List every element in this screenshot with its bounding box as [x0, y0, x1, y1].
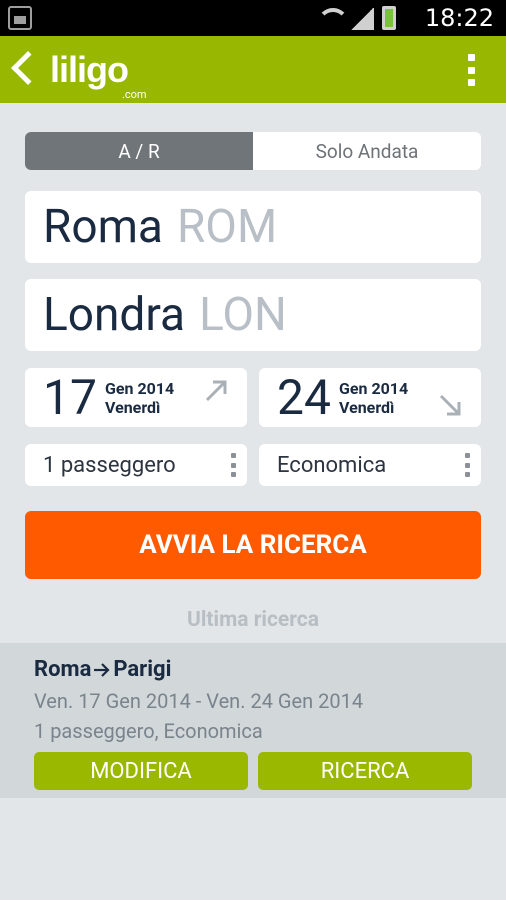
arrow-right-icon	[94, 662, 110, 677]
research-button[interactable]: RICERCA	[258, 752, 472, 790]
route-to: Parigi	[113, 657, 172, 682]
last-search-details: 1 passeggero, Economica	[34, 719, 263, 743]
last-search-heading: Ultima ricerca	[187, 608, 319, 632]
depart-date-field[interactable]: 17 Gen 2014 Venerdì	[25, 368, 247, 427]
cabin-select[interactable]: Economica	[259, 444, 481, 486]
modify-button[interactable]: MODIFICA	[34, 752, 248, 790]
origin-city: Roma	[43, 200, 163, 254]
app-logo-suffix: .com	[122, 88, 147, 101]
origin-field[interactable]: Roma ROM	[25, 191, 481, 263]
passengers-select[interactable]: 1 passeggero	[25, 444, 247, 486]
return-arrow-icon	[439, 394, 461, 416]
battery-icon	[382, 6, 396, 30]
status-icons	[316, 6, 396, 30]
more-vert-icon	[231, 453, 237, 477]
cabin-label: Economica	[277, 452, 387, 478]
return-date-field[interactable]: 24 Gen 2014 Venerdì	[259, 368, 481, 427]
notification-icon	[8, 6, 32, 30]
app-bar: liligo .com	[0, 36, 506, 103]
passengers-label: 1 passeggero	[43, 452, 176, 478]
last-search-dates: Ven. 17 Gen 2014 - Ven. 24 Gen 2014	[34, 689, 364, 713]
status-time: 18:22	[424, 4, 494, 32]
last-search-route: Roma Parigi	[34, 657, 171, 682]
back-icon[interactable]	[11, 51, 45, 85]
wifi-icon	[316, 8, 342, 30]
route-from: Roma	[34, 657, 92, 682]
tab-round-trip[interactable]: A / R	[25, 132, 253, 170]
status-bar: 18:22	[0, 0, 506, 36]
return-weekday: Venerdì	[338, 397, 395, 417]
start-search-button[interactable]: AVVIA LA RICERCA	[25, 511, 481, 579]
depart-weekday: Venerdì	[104, 397, 161, 417]
overflow-menu-icon[interactable]	[468, 54, 476, 86]
return-day: 24	[277, 369, 331, 426]
depart-day: 17	[43, 369, 97, 426]
signal-icon	[350, 8, 374, 30]
app-logo: liligo	[50, 49, 129, 90]
trip-type-tabs: A / R Solo Andata	[25, 132, 481, 170]
depart-arrow-icon	[205, 380, 227, 402]
origin-code: ROM	[176, 200, 278, 254]
depart-month-year: Gen 2014	[104, 378, 175, 398]
tab-one-way[interactable]: Solo Andata	[253, 132, 481, 170]
destination-city: Londra	[43, 288, 186, 342]
destination-code: LON	[199, 288, 287, 342]
more-vert-icon	[465, 453, 471, 477]
return-month-year: Gen 2014	[338, 378, 409, 398]
destination-field[interactable]: Londra LON	[25, 279, 481, 351]
